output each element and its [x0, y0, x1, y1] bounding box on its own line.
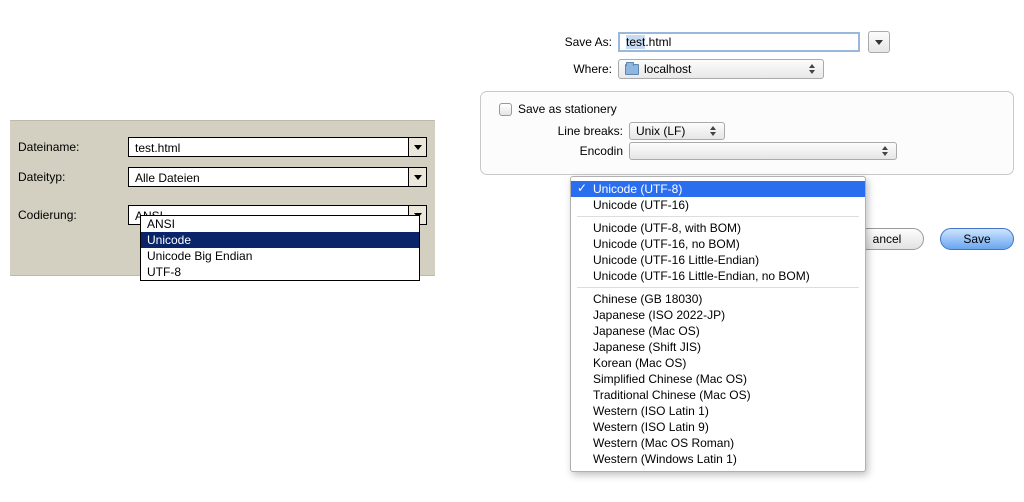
- encoding-option[interactable]: UTF-8: [141, 264, 419, 280]
- encoding-menu-item[interactable]: Unicode (UTF-16, no BOM): [571, 236, 865, 252]
- filename-combo[interactable]: test.html: [128, 137, 427, 157]
- stationery-checkbox[interactable]: [499, 103, 512, 116]
- encoding-menu-item[interactable]: Western (Windows Latin 1): [571, 451, 865, 467]
- updown-icon: [708, 124, 718, 138]
- encoding-label: Codierung:: [18, 208, 128, 222]
- expand-arrow-button[interactable]: [868, 31, 890, 53]
- encoding-menu-item[interactable]: Chinese (GB 18030): [571, 291, 865, 307]
- where-popup[interactable]: localhost: [618, 59, 824, 79]
- save-as-label: Save As:: [470, 35, 618, 49]
- encoding-option[interactable]: Unicode: [141, 232, 419, 248]
- encoding-dropdown-list[interactable]: ANSIUnicodeUnicode Big EndianUTF-8: [140, 215, 420, 281]
- linebreaks-popup[interactable]: Unix (LF): [629, 122, 725, 140]
- encoding-menu-item[interactable]: Unicode (UTF-8): [571, 181, 865, 197]
- save-as-input[interactable]: test.html: [618, 32, 860, 52]
- updown-icon: [880, 144, 890, 158]
- encoding-menu-item[interactable]: Korean (Mac OS): [571, 355, 865, 371]
- filetype-combo[interactable]: Alle Dateien: [128, 167, 427, 187]
- encoding-menu-item[interactable]: Simplified Chinese (Mac OS): [571, 371, 865, 387]
- stationery-checkbox-row[interactable]: Save as stationery: [499, 102, 1003, 116]
- filetype-label: Dateityp:: [18, 170, 128, 184]
- linebreaks-value: Unix (LF): [636, 124, 685, 138]
- where-label: Where:: [470, 62, 618, 76]
- filename-dropdown-button[interactable]: [408, 138, 426, 156]
- linebreaks-label: Line breaks:: [547, 124, 629, 138]
- filename-value[interactable]: test.html: [129, 138, 408, 156]
- filename-label: Dateiname:: [18, 140, 128, 154]
- where-value: localhost: [644, 62, 691, 76]
- stationery-label: Save as stationery: [518, 102, 617, 116]
- encoding-menu-item[interactable]: Unicode (UTF-8, with BOM): [571, 220, 865, 236]
- encoding-menu-item[interactable]: Western (Mac OS Roman): [571, 435, 865, 451]
- encoding-menu-item[interactable]: Japanese (Mac OS): [571, 323, 865, 339]
- encoding-menu-item[interactable]: Traditional Chinese (Mac OS): [571, 387, 865, 403]
- save-button[interactable]: Save: [940, 228, 1014, 250]
- filetype-dropdown-button[interactable]: [408, 168, 426, 186]
- encoding-option[interactable]: Unicode Big Endian: [141, 248, 419, 264]
- encoding-menu-item[interactable]: Japanese (ISO 2022-JP): [571, 307, 865, 323]
- folder-icon: [625, 64, 639, 75]
- encoding-popup-menu[interactable]: Unicode (UTF-8)Unicode (UTF-16) Unicode (…: [570, 176, 866, 472]
- updown-icon: [807, 62, 817, 76]
- encoding-menu-item[interactable]: Western (ISO Latin 9): [571, 419, 865, 435]
- filetype-value: Alle Dateien: [129, 168, 408, 186]
- save-as-selection: test: [626, 35, 645, 49]
- options-box: Save as stationery Line breaks: Unix (LF…: [480, 91, 1014, 175]
- encoding-popup-button[interactable]: [629, 142, 897, 160]
- encoding-menu-item[interactable]: Unicode (UTF-16): [571, 197, 865, 213]
- encoding-menu-item[interactable]: Unicode (UTF-16 Little-Endian, no BOM): [571, 268, 865, 284]
- encoding-menu-item[interactable]: Western (ISO Latin 1): [571, 403, 865, 419]
- windows-save-panel: Dateiname: test.html Dateityp: Alle Date…: [10, 120, 435, 276]
- encoding-label-mac: Encodin: [547, 144, 629, 158]
- mac-save-sheet: Save As: test.html Where: localhost Save…: [470, 0, 1024, 502]
- encoding-menu-item[interactable]: Unicode (UTF-16 Little-Endian): [571, 252, 865, 268]
- encoding-option[interactable]: ANSI: [141, 216, 419, 232]
- encoding-menu-item[interactable]: Japanese (Shift JIS): [571, 339, 865, 355]
